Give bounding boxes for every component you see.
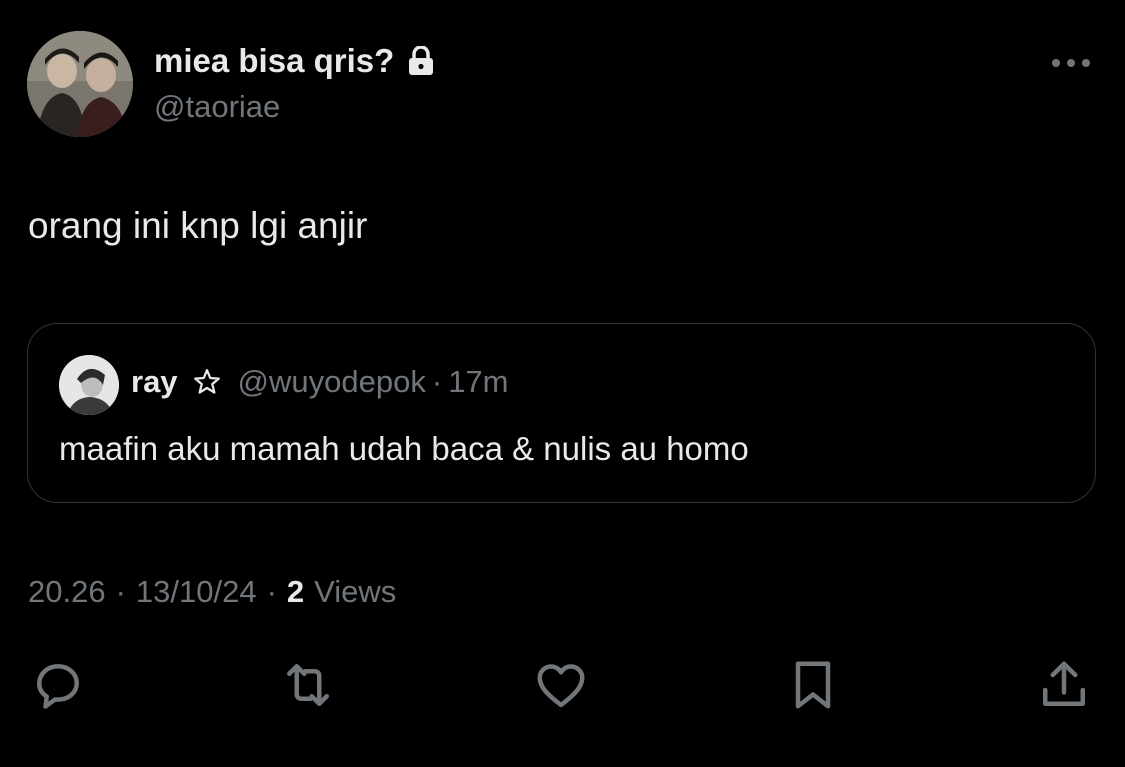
reply-icon: [37, 664, 79, 709]
reply-button[interactable]: [26, 653, 90, 717]
tweet-time: 20.26: [28, 574, 106, 609]
bookmark-button[interactable]: [781, 653, 845, 717]
share-button[interactable]: [1032, 653, 1096, 717]
meta-separator: ·: [266, 574, 277, 609]
like-icon: [537, 664, 585, 708]
more-options-icon[interactable]: [1050, 55, 1092, 71]
display-name-text: miea bisa qris?: [154, 42, 395, 79]
quote-separator: ·: [431, 364, 443, 399]
author-display-name[interactable]: miea bisa qris?: [154, 42, 434, 80]
bookmark-icon: [795, 661, 831, 709]
quote-text: maafin aku mamah udah baca & nulis au ho…: [59, 430, 749, 467]
quote-author-avatar[interactable]: [59, 355, 119, 415]
like-button[interactable]: [529, 653, 593, 717]
star-icon: [192, 367, 222, 397]
quote-author-name[interactable]: ray: [131, 364, 178, 400]
quote-timestamp: 17m: [448, 364, 509, 399]
quoted-tweet-card[interactable]: ray @wuyodepok · 17m maafin aku mamah ud…: [27, 323, 1096, 503]
tweet-meta: 20.26 · 13/10/24 · 2 Views: [28, 574, 396, 610]
quote-header: ray @wuyodepok · 17m: [131, 364, 509, 400]
author-handle[interactable]: @taoriae: [154, 89, 280, 125]
views-label: Views: [314, 574, 397, 609]
tweet-text: orang ini knp lgi anjir: [28, 205, 368, 246]
author-avatar[interactable]: [27, 31, 133, 137]
quote-author-handle[interactable]: @wuyodepok: [238, 364, 426, 400]
views-count: 2: [286, 574, 305, 609]
avatar-image: [27, 31, 133, 137]
tweet-date: 13/10/24: [135, 574, 257, 609]
quote-avatar-image: [59, 355, 119, 415]
retweet-icon: [287, 664, 329, 706]
lock-icon: [408, 45, 434, 76]
retweet-button[interactable]: [276, 653, 340, 717]
share-icon: [1043, 661, 1085, 706]
meta-separator: ·: [115, 574, 126, 609]
